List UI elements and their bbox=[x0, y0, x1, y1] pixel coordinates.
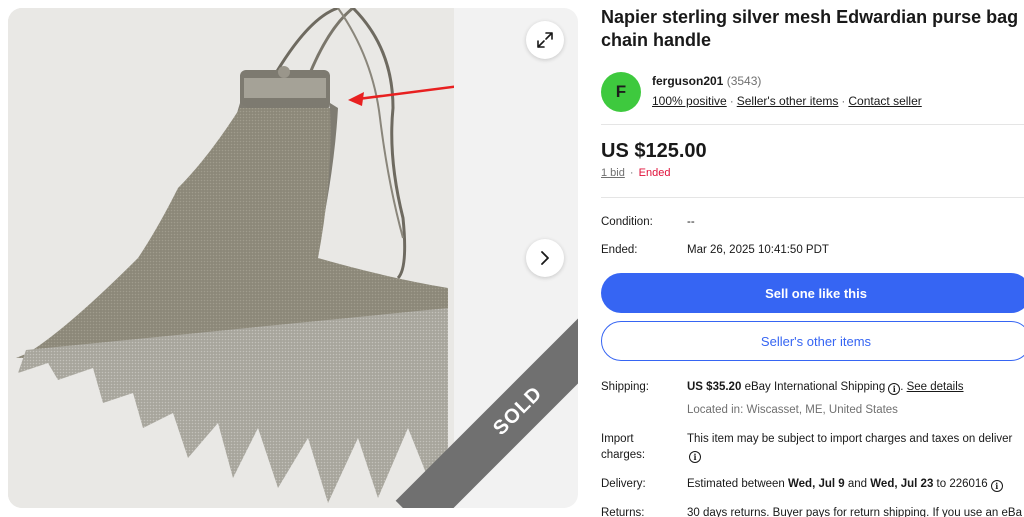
price: US $125.00 bbox=[601, 140, 707, 162]
expand-arrows-icon bbox=[537, 32, 553, 48]
import-value: This item may be subject to import charg… bbox=[687, 431, 1012, 463]
ended-label: Ended: bbox=[601, 244, 638, 256]
shipping-cost: US $35.20 bbox=[687, 381, 742, 393]
sold-badge-text: SOLD bbox=[488, 381, 547, 440]
bid-status: 1 bid · Ended bbox=[601, 167, 670, 179]
contact-seller-link[interactable]: Contact seller bbox=[848, 94, 921, 108]
seller-other-items-link[interactable]: Seller's other items bbox=[737, 94, 839, 108]
divider bbox=[601, 197, 1024, 198]
mesh-purse-image bbox=[8, 8, 454, 508]
shipping-value: US $35.20 eBay International Shipping i. … bbox=[687, 381, 964, 395]
seller-name[interactable]: ferguson201 bbox=[652, 74, 723, 88]
bid-count-link[interactable]: 1 bid bbox=[601, 167, 625, 179]
info-icon[interactable]: i bbox=[689, 451, 701, 463]
import-label: Import charges: bbox=[601, 431, 681, 463]
image-gallery: SOLD bbox=[8, 8, 578, 508]
ended-value: Mar 26, 2025 10:41:50 PDT bbox=[687, 244, 829, 256]
shipping-method: eBay International Shipping bbox=[744, 381, 886, 393]
delivery-label: Delivery: bbox=[601, 478, 646, 490]
seller-card: F ferguson201 (3543) 100% positive · Selle… bbox=[601, 72, 1024, 112]
delivery-start-date: Wed, Jul 9 bbox=[788, 478, 845, 490]
seller-links: 100% positive · Seller's other items · Conta… bbox=[652, 94, 922, 108]
shipping-label: Shipping: bbox=[601, 381, 649, 393]
info-icon[interactable]: i bbox=[888, 383, 901, 395]
seller-name-line: ferguson201 (3543) bbox=[652, 74, 761, 88]
item-location: Located in: Wiscasset, ME, United States bbox=[687, 404, 898, 416]
seller-avatar[interactable]: F bbox=[601, 72, 641, 112]
expand-button[interactable] bbox=[526, 21, 564, 59]
sellers-other-items-button[interactable]: Seller's other items bbox=[601, 321, 1024, 361]
import-text: This item may be subject to import charg… bbox=[687, 433, 1013, 445]
bid-separator: · bbox=[629, 167, 634, 179]
delivery-and: and bbox=[847, 478, 868, 490]
returns-value: 30 days returns. Buyer pays for return s… bbox=[687, 507, 1022, 517]
import-label-line1: Import bbox=[601, 433, 634, 445]
delivery-prefix: Estimated between bbox=[687, 478, 785, 490]
delivery-zip: to 226016 bbox=[936, 478, 988, 490]
returns-label: Returns: bbox=[601, 507, 645, 517]
seller-feedback-score: (3543) bbox=[726, 74, 762, 88]
import-label-line2: charges: bbox=[601, 449, 646, 461]
sell-one-like-this-button[interactable]: Sell one like this bbox=[601, 273, 1024, 313]
positive-feedback-link[interactable]: 100% positive bbox=[652, 94, 727, 108]
listing-title: Napier sterling silver mesh Edwardian pu… bbox=[601, 7, 1019, 50]
delivery-value: Estimated between Wed, Jul 9 and Wed, Ju… bbox=[687, 476, 1003, 492]
listing-info-panel: Napier sterling silver mesh Edwardian pu… bbox=[601, 0, 1024, 517]
ended-status: Ended bbox=[638, 167, 671, 179]
condition-value: -- bbox=[687, 216, 695, 228]
info-icon[interactable]: i bbox=[990, 480, 1003, 492]
delivery-end-date: Wed, Jul 23 bbox=[870, 478, 934, 490]
listing-photo[interactable] bbox=[8, 8, 454, 508]
next-image-button[interactable] bbox=[526, 239, 564, 277]
chevron-right-icon bbox=[541, 251, 549, 265]
divider bbox=[601, 124, 1024, 125]
condition-label: Condition: bbox=[601, 216, 653, 228]
see-details-link[interactable]: See details bbox=[907, 381, 964, 393]
